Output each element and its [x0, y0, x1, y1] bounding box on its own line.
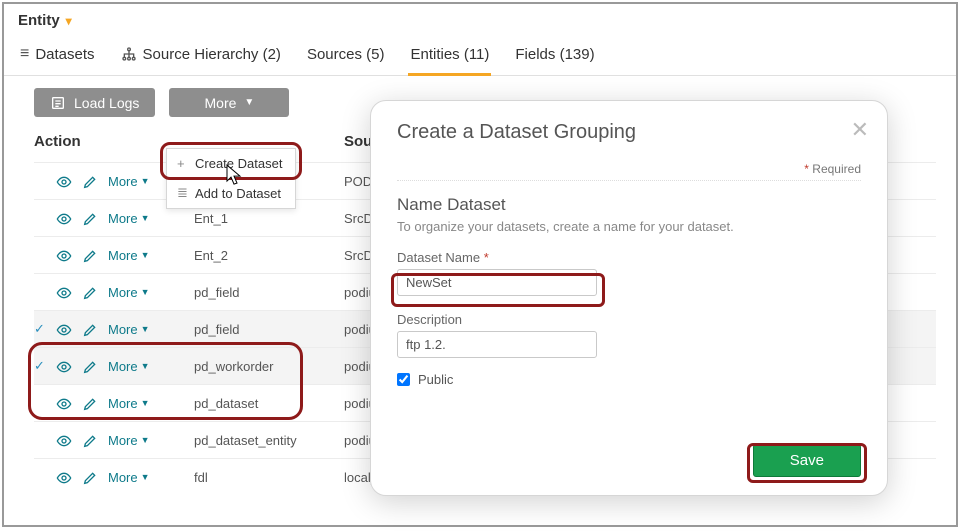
cursor-icon	[224, 163, 244, 192]
tab-sources[interactable]: Sources (5)	[305, 36, 387, 75]
public-label: Public	[418, 372, 453, 387]
required-note: * Required	[397, 144, 861, 181]
log-icon	[50, 94, 66, 111]
load-logs-button[interactable]: Load Logs	[34, 88, 155, 117]
more-label: More	[205, 95, 237, 111]
check-icon: ✓	[34, 358, 46, 374]
action-cell: More▼	[34, 284, 194, 301]
tab-entities[interactable]: Entities (11)	[408, 36, 491, 75]
public-checkbox-row[interactable]: Public	[397, 372, 861, 387]
description-input[interactable]	[397, 331, 597, 358]
action-cell: More▼	[34, 469, 194, 486]
edit-icon[interactable]	[82, 284, 98, 301]
row-more-link[interactable]: More▼	[108, 359, 150, 374]
edit-icon[interactable]	[82, 358, 98, 375]
edit-icon[interactable]	[82, 321, 98, 338]
cell-name: pd_field	[194, 322, 344, 337]
row-more-link[interactable]: More▼	[108, 322, 150, 337]
list-icon: ≡	[20, 45, 29, 63]
nav-tabs: ≡ Datasets Source Hierarchy (2) Sources …	[4, 35, 956, 76]
tab-datasets[interactable]: ≡ Datasets	[18, 35, 97, 75]
edit-icon[interactable]	[82, 432, 98, 449]
tab-fields[interactable]: Fields (139)	[513, 36, 596, 75]
tab-source-hierarchy-label: Source Hierarchy (2)	[143, 46, 281, 63]
caret-down-icon: ▼	[244, 97, 254, 108]
section-heading: Name Dataset	[397, 195, 861, 215]
row-more-link[interactable]: More▼	[108, 470, 150, 485]
action-cell: More▼	[34, 432, 194, 449]
load-logs-label: Load Logs	[74, 95, 139, 111]
action-cell: More▼	[34, 210, 194, 227]
create-dataset-modal: Create a Dataset Grouping ✕ * Required N…	[370, 100, 888, 496]
save-button[interactable]: Save	[753, 444, 861, 477]
public-checkbox[interactable]	[397, 373, 410, 386]
list-add-icon: ≣	[177, 185, 189, 201]
row-more-link[interactable]: More▼	[108, 285, 150, 300]
dataset-name-input[interactable]	[397, 269, 597, 296]
edit-icon[interactable]	[82, 210, 98, 227]
hierarchy-icon	[121, 45, 137, 63]
dataset-name-label: Dataset Name *	[397, 250, 861, 265]
eye-icon[interactable]	[56, 395, 72, 412]
section-subtext: To organize your datasets, create a name…	[397, 219, 861, 234]
row-more-link[interactable]: More▼	[108, 396, 150, 411]
close-icon[interactable]: ✕	[851, 117, 869, 143]
row-more-link[interactable]: More▼	[108, 211, 150, 226]
page-title: Entity	[18, 12, 60, 29]
tab-datasets-label: Datasets	[35, 46, 94, 63]
tab-source-hierarchy[interactable]: Source Hierarchy (2)	[119, 35, 283, 75]
action-cell: More▼	[34, 247, 194, 264]
eye-icon[interactable]	[56, 210, 72, 227]
check-icon: ✓	[34, 321, 46, 337]
tab-entities-label: Entities (11)	[410, 46, 489, 63]
tab-sources-label: Sources (5)	[307, 46, 385, 63]
eye-icon[interactable]	[56, 284, 72, 301]
cell-name: pd_field	[194, 285, 344, 300]
cell-name: Ent_2	[194, 248, 344, 263]
chevron-down-icon[interactable]: ▾	[66, 14, 72, 28]
row-more-link[interactable]: More▼	[108, 248, 150, 263]
edit-icon[interactable]	[82, 395, 98, 412]
description-label: Description	[397, 312, 861, 327]
edit-icon[interactable]	[82, 173, 98, 190]
edit-icon[interactable]	[82, 247, 98, 264]
plus-icon: +	[177, 156, 189, 171]
action-cell: ✓ More▼	[34, 321, 194, 338]
action-cell: More▼	[34, 395, 194, 412]
eye-icon[interactable]	[56, 358, 72, 375]
more-button[interactable]: More ▼	[169, 88, 289, 117]
cell-name: pd_dataset_entity	[194, 433, 344, 448]
edit-icon[interactable]	[82, 469, 98, 486]
eye-icon[interactable]	[56, 173, 72, 190]
row-more-link[interactable]: More▼	[108, 433, 150, 448]
eye-icon[interactable]	[56, 321, 72, 338]
cell-name: pd_workorder	[194, 359, 344, 374]
tab-fields-label: Fields (139)	[515, 46, 594, 63]
eye-icon[interactable]	[56, 247, 72, 264]
action-cell: ✓ More▼	[34, 358, 194, 375]
cell-name: pd_dataset	[194, 396, 344, 411]
eye-icon[interactable]	[56, 469, 72, 486]
cell-name: fdl	[194, 470, 344, 485]
modal-title: Create a Dataset Grouping	[397, 121, 861, 144]
row-more-link[interactable]: More▼	[108, 174, 150, 189]
eye-icon[interactable]	[56, 432, 72, 449]
cell-name: Ent_1	[194, 211, 344, 226]
